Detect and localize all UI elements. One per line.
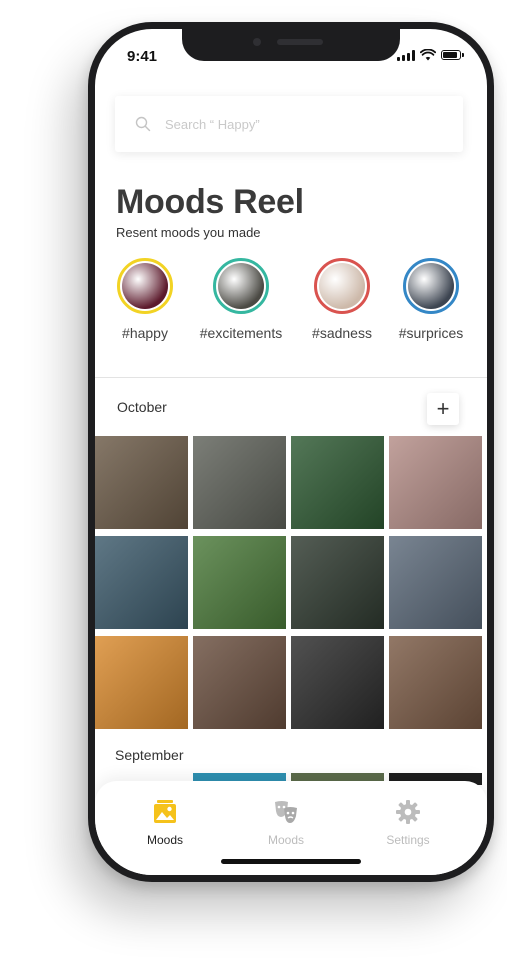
tab-label: Moods	[146, 833, 184, 847]
photo-icon	[154, 800, 176, 823]
masks-icon	[275, 801, 297, 823]
story-image	[122, 263, 168, 309]
signal-icon	[397, 49, 415, 61]
section-title-september: September	[115, 747, 184, 763]
status-icons	[397, 49, 464, 61]
photo-tile[interactable]	[95, 536, 188, 629]
story-avatar	[213, 258, 269, 314]
story-sadness[interactable]: #sadness	[297, 258, 387, 341]
story-image	[408, 263, 454, 309]
photo-tile[interactable]	[291, 536, 384, 629]
story-image	[319, 263, 365, 309]
photo-tile[interactable]	[193, 636, 286, 729]
story-label: #excitements	[199, 325, 283, 341]
photo-tile[interactable]	[95, 636, 188, 729]
speaker	[277, 39, 323, 45]
search-icon	[135, 116, 151, 132]
divider	[95, 377, 487, 378]
story-label: #surprices	[398, 325, 464, 341]
home-indicator	[221, 859, 361, 864]
app-screen: 9:41 Moods Reel Resent moods you made #h…	[95, 29, 487, 875]
wifi-icon	[420, 49, 436, 61]
tab-settings[interactable]: Settings	[358, 799, 458, 847]
gear-icon	[396, 800, 420, 824]
photo-tile[interactable]	[291, 636, 384, 729]
tab-moods[interactable]: Moods	[115, 799, 215, 847]
page-subtitle: Resent moods you made	[116, 225, 261, 240]
battery-icon	[441, 50, 464, 60]
photo-tile[interactable]	[193, 536, 286, 629]
photo-tile[interactable]	[291, 436, 384, 529]
camera	[253, 38, 261, 46]
photo-tile[interactable]	[95, 436, 188, 529]
story-excitements[interactable]: #excitements	[196, 258, 286, 341]
photo-tile[interactable]	[389, 436, 482, 529]
photo-tile[interactable]	[389, 636, 482, 729]
photo-tile[interactable]	[193, 436, 286, 529]
story-surprices[interactable]: #surprices	[386, 258, 476, 341]
search-bar[interactable]	[115, 96, 463, 152]
page-title: Moods Reel	[116, 183, 304, 221]
photo-grid	[95, 436, 487, 729]
tab-label: Moods	[267, 833, 305, 847]
tab-label: Settings	[386, 833, 430, 847]
story-avatar	[117, 258, 173, 314]
story-happy[interactable]: #happy	[100, 258, 190, 341]
phone-frame: 9:41 Moods Reel Resent moods you made #h…	[88, 22, 494, 882]
story-image	[218, 263, 264, 309]
story-avatar	[314, 258, 370, 314]
status-time: 9:41	[127, 48, 158, 65]
add-mood-button[interactable]: +	[427, 393, 459, 425]
story-label: #sadness	[312, 325, 372, 341]
story-label: #happy	[122, 325, 168, 341]
notch	[182, 29, 400, 61]
tab-moods-masks[interactable]: Moods	[236, 799, 336, 847]
section-title-october: October	[117, 399, 167, 415]
search-input[interactable]	[163, 115, 447, 133]
photo-tile[interactable]	[389, 536, 482, 629]
story-avatar	[403, 258, 459, 314]
